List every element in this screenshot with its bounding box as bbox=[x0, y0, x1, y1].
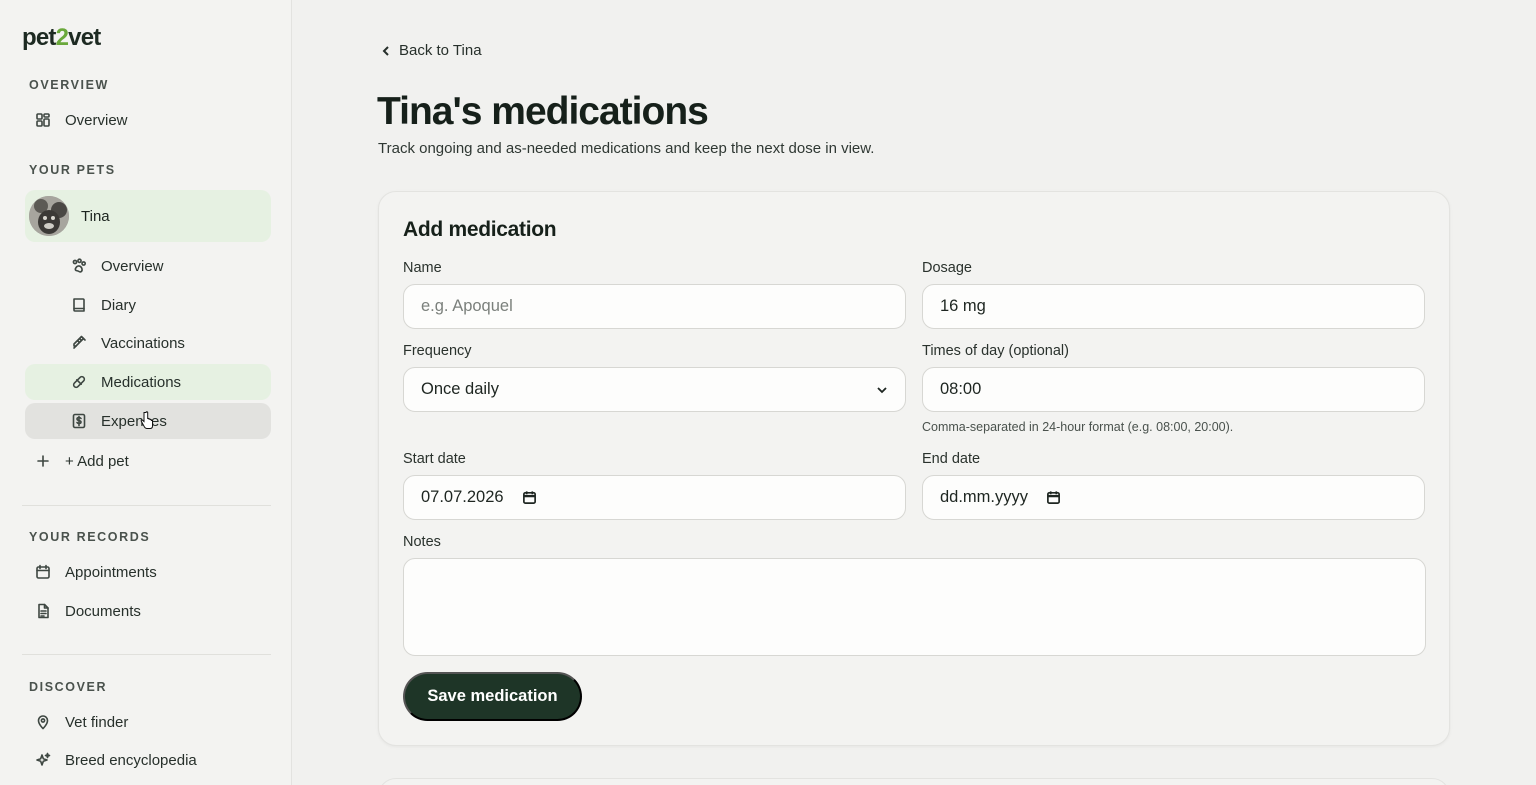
sidebar: pet2vet OVERVIEW Overview YOUR PETS Tina… bbox=[0, 0, 292, 785]
section-label-overview: OVERVIEW bbox=[29, 78, 109, 92]
section-label-pets: YOUR PETS bbox=[29, 163, 116, 177]
document-icon bbox=[34, 602, 52, 620]
paw-icon bbox=[70, 257, 88, 275]
sidebar-item-breed-encyclopedia[interactable]: Breed encyclopedia bbox=[25, 742, 271, 778]
pet-avatar bbox=[29, 196, 69, 236]
name-input[interactable]: e.g. Apoquel bbox=[403, 284, 906, 329]
save-medication-button[interactable]: Save medication bbox=[403, 672, 582, 721]
chevron-left-icon bbox=[382, 45, 389, 56]
logo[interactable]: pet2vet bbox=[22, 24, 101, 52]
sidebar-item-vet-finder[interactable]: Vet finder bbox=[25, 704, 271, 740]
sidebar-item-documents[interactable]: Documents bbox=[25, 593, 271, 629]
times-helper-text: Comma-separated in 24-hour format (e.g. … bbox=[922, 420, 1234, 434]
add-pet-button[interactable]: + Add pet bbox=[25, 443, 271, 479]
sidebar-item-label: Diary bbox=[101, 296, 137, 314]
sparkles-icon bbox=[34, 751, 52, 769]
sidebar-item-label: Expenses bbox=[101, 412, 167, 430]
divider bbox=[22, 654, 271, 655]
mouse-cursor-icon bbox=[140, 411, 153, 429]
sidebar-item-vaccinations[interactable]: Vaccinations bbox=[25, 325, 271, 361]
dollar-icon bbox=[70, 412, 88, 430]
syringe-icon bbox=[70, 334, 88, 352]
sidebar-item-label: Vaccinations bbox=[101, 334, 185, 352]
notes-label: Notes bbox=[403, 534, 441, 550]
start-date-input[interactable]: 07.07.2026 bbox=[403, 475, 906, 520]
sidebar-item-overview[interactable]: Overview bbox=[25, 102, 271, 138]
back-link[interactable]: Back to Tina bbox=[380, 42, 482, 59]
chevron-down-icon bbox=[877, 387, 887, 394]
back-link-label: Back to Tina bbox=[399, 42, 482, 59]
sidebar-item-label: Documents bbox=[65, 602, 141, 620]
calendar-icon[interactable] bbox=[522, 490, 537, 505]
page-title: Tina's medications bbox=[377, 90, 709, 133]
section-label-discover: DISCOVER bbox=[29, 680, 108, 694]
start-date-label: Start date bbox=[403, 451, 466, 467]
start-date-value: 07.07.2026 bbox=[421, 488, 504, 506]
section-label-records: YOUR RECORDS bbox=[29, 530, 151, 544]
frequency-value: Once daily bbox=[421, 380, 499, 398]
add-pet-label: + Add pet bbox=[65, 452, 129, 470]
sidebar-item-appointments[interactable]: Appointments bbox=[25, 554, 271, 590]
divider bbox=[22, 505, 271, 506]
times-input[interactable]: 08:00 bbox=[922, 367, 1425, 412]
calendar-icon[interactable] bbox=[1046, 490, 1061, 505]
plus-icon bbox=[34, 452, 52, 470]
page-subtitle: Track ongoing and as-needed medications … bbox=[378, 140, 875, 157]
sidebar-item-label: Overview bbox=[101, 257, 164, 275]
sidebar-item-label: Overview bbox=[65, 111, 128, 129]
end-date-value: dd.mm.yyyy bbox=[940, 488, 1029, 506]
add-medication-card: Add medication Name e.g. Apoquel Dosage … bbox=[378, 191, 1450, 746]
sidebar-item-label: Appointments bbox=[65, 563, 157, 581]
calendar-icon bbox=[34, 563, 52, 581]
dosage-label: Dosage bbox=[922, 260, 972, 276]
notes-textarea[interactable] bbox=[403, 558, 1426, 656]
name-label: Name bbox=[403, 260, 442, 276]
frequency-select[interactable]: Once daily bbox=[403, 367, 906, 412]
book-icon bbox=[70, 296, 88, 314]
end-date-label: End date bbox=[922, 451, 981, 467]
pet-name: Tina bbox=[81, 207, 110, 225]
sidebar-item-label: Vet finder bbox=[65, 713, 129, 731]
times-label: Times of day (optional) bbox=[922, 343, 1069, 359]
dosage-input[interactable]: 16 mg bbox=[922, 284, 1425, 329]
medications-list-card bbox=[378, 778, 1450, 785]
sidebar-item-diary[interactable]: Diary bbox=[25, 287, 271, 323]
pet-item-tina[interactable]: Tina bbox=[25, 190, 271, 242]
map-pin-icon bbox=[34, 713, 52, 731]
card-title: Add medication bbox=[403, 218, 557, 241]
frequency-label: Frequency bbox=[403, 343, 472, 359]
grid-icon bbox=[34, 111, 52, 129]
pill-icon bbox=[70, 373, 88, 391]
sidebar-item-label: Breed encyclopedia bbox=[65, 751, 197, 769]
sidebar-item-pet-overview[interactable]: Overview bbox=[25, 248, 271, 284]
sidebar-item-label: Medications bbox=[101, 373, 182, 391]
sidebar-item-medications[interactable]: Medications bbox=[25, 364, 271, 400]
end-date-input[interactable]: dd.mm.yyyy bbox=[922, 475, 1425, 520]
